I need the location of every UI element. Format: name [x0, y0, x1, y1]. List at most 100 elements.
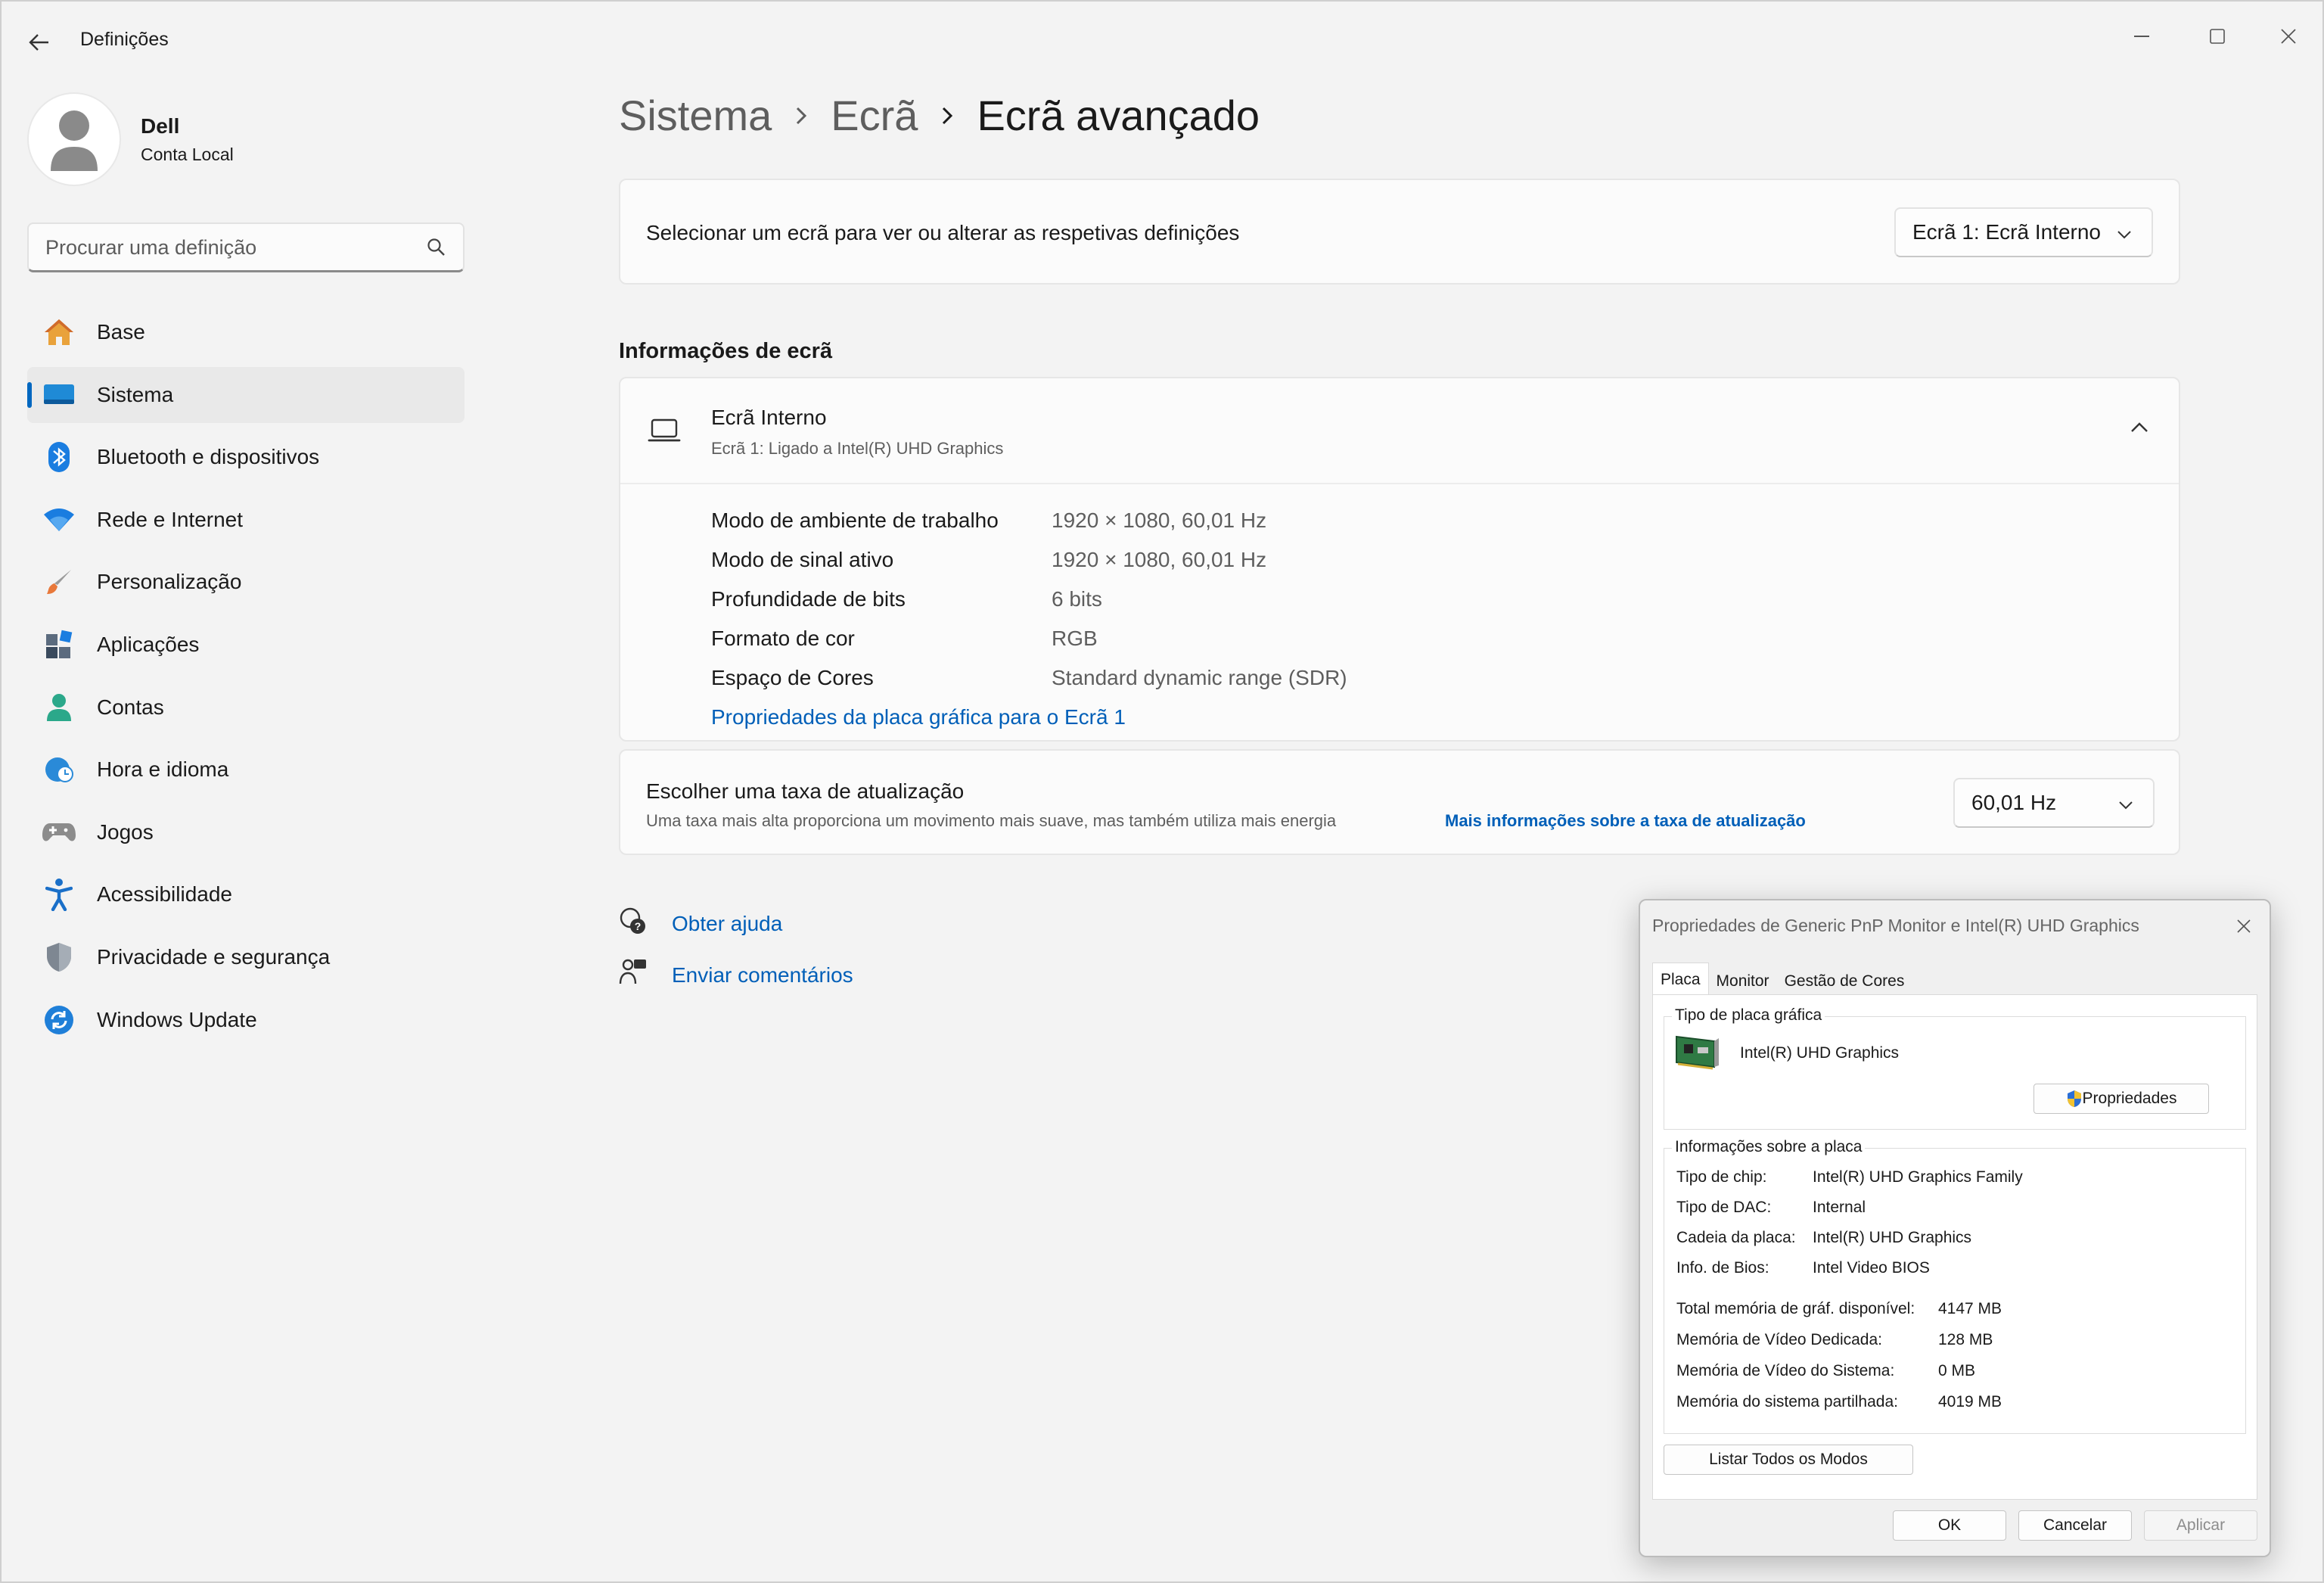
- sidebar-item-label: Jogos: [97, 819, 154, 844]
- sidebar-item-label: Bluetooth e dispositivos: [97, 445, 320, 469]
- display-select-dropdown[interactable]: Ecrã 1: Ecrã Interno: [1894, 207, 2153, 257]
- sidebar-item-label: Hora e idioma: [97, 757, 229, 782]
- maximize-icon: [2210, 29, 2225, 44]
- uac-shield-icon: [2067, 1090, 2081, 1107]
- sidebar-item-base[interactable]: Base: [27, 304, 464, 360]
- sidebar-item-jogos[interactable]: Jogos: [27, 804, 464, 860]
- info-value: 1920 × 1080, 60,01 Hz: [1052, 548, 1267, 571]
- info-key: Cadeia da placa:: [1676, 1229, 1796, 1246]
- adapter-properties-button[interactable]: Propriedades: [2034, 1084, 2209, 1114]
- maximize-button[interactable]: [2183, 12, 2251, 61]
- feedback-icon: [619, 958, 648, 992]
- sidebar-item-label: Base: [97, 320, 145, 344]
- cancel-button[interactable]: Cancelar: [2018, 1510, 2132, 1541]
- profile-name: Dell: [141, 114, 180, 138]
- info-row: Formato de cor RGB: [711, 619, 1347, 658]
- sidebar-item-sistema[interactable]: Sistema: [27, 366, 464, 423]
- info-value: Intel Video BIOS: [1813, 1259, 1930, 1277]
- breadcrumb-item-ecra[interactable]: Ecrã: [831, 91, 918, 140]
- sidebar-item-label: Personalização: [97, 570, 242, 594]
- minimize-icon: [2134, 36, 2149, 37]
- info-value: RGB: [1052, 627, 1098, 650]
- sidebar-item-label: Sistema: [97, 382, 174, 406]
- adapter-info-row: Cadeia da placa: Intel(R) UHD Graphics: [1676, 1229, 1971, 1247]
- refresh-rate-value: 60,01 Hz: [1971, 791, 2057, 814]
- info-key: Modo de sinal ativo: [711, 548, 894, 571]
- user-profile[interactable]: Dell Conta Local: [27, 92, 234, 186]
- profile-account-type: Conta Local: [141, 144, 234, 164]
- sidebar-item-personalizacao[interactable]: Personalização: [27, 554, 464, 610]
- apply-button[interactable]: Aplicar: [2144, 1510, 2257, 1541]
- display-select-value: Ecrã 1: Ecrã Interno: [1912, 220, 2102, 244]
- clock-globe-icon: [42, 753, 76, 786]
- info-key: Espaço de Cores: [711, 666, 874, 689]
- sidebar-item-label: Windows Update: [97, 1007, 257, 1031]
- wifi-icon: [42, 503, 76, 536]
- breadcrumb: Sistema Ecrã Ecrã avançado: [619, 91, 1260, 140]
- memory-value: 4019 MB: [1938, 1393, 2002, 1410]
- info-key: Info. de Bios:: [1676, 1259, 1769, 1277]
- info-key: Profundidade de bits: [711, 587, 906, 611]
- info-row: Modo de sinal ativo 1920 × 1080, 60,01 H…: [711, 540, 1347, 580]
- sidebar-item-acessibilidade[interactable]: Acessibilidade: [27, 866, 464, 922]
- info-value: 1920 × 1080, 60,01 Hz: [1052, 508, 1267, 532]
- send-feedback-link[interactable]: Enviar comentários: [619, 958, 853, 992]
- adapter-info-group: Informações sobre a placa Tipo de chip: …: [1664, 1138, 2246, 1434]
- group-label: Tipo de placa gráfica: [1672, 1006, 1825, 1025]
- minimize-button[interactable]: [2108, 12, 2176, 61]
- sidebar-item-aplicacoes[interactable]: Aplicações: [27, 617, 464, 673]
- display-name: Ecrã Interno: [711, 406, 827, 429]
- search-box[interactable]: [27, 222, 464, 272]
- tab-placa[interactable]: Placa: [1652, 963, 1709, 996]
- page-title: Ecrã avançado: [977, 92, 1260, 139]
- refresh-rate-info-link[interactable]: Mais informações sobre a taxa de atualiz…: [1445, 811, 1806, 831]
- tab-monitor[interactable]: Monitor: [1709, 967, 1777, 996]
- sidebar-item-privacidade[interactable]: Privacidade e segurança: [27, 929, 464, 985]
- bluetooth-icon: [42, 440, 76, 474]
- info-key: Modo de ambiente de trabalho: [711, 508, 999, 532]
- close-icon: [2237, 919, 2251, 933]
- search-input[interactable]: [45, 233, 409, 262]
- back-arrow-icon: [29, 34, 48, 51]
- help-chat-icon: ?: [619, 907, 648, 941]
- close-button[interactable]: [2254, 12, 2322, 61]
- dialog-tabs: Placa Monitor Gestão de Cores: [1652, 963, 1912, 996]
- section-title-display-info: Informações de ecrã: [619, 339, 833, 363]
- info-row: Espaço de Cores Standard dynamic range (…: [711, 658, 1347, 698]
- ok-button[interactable]: OK: [1893, 1510, 2006, 1541]
- sidebar-item-contas[interactable]: Contas: [27, 680, 464, 736]
- get-help-label: Obter ajuda: [672, 911, 783, 935]
- home-icon: [42, 316, 76, 349]
- adapter-info-row: Tipo de DAC: Internal: [1676, 1199, 1866, 1217]
- display-info-card: Ecrã Interno Ecrã 1: Ligado a Intel(R) U…: [619, 377, 2180, 742]
- adapter-name: Intel(R) UHD Graphics: [1740, 1044, 1900, 1062]
- breadcrumb-item-sistema[interactable]: Sistema: [619, 91, 772, 140]
- get-help-link[interactable]: ? Obter ajuda: [619, 907, 782, 941]
- adapter-properties-link[interactable]: Propriedades da placa gráfica para o Ecr…: [711, 705, 1126, 729]
- display-connection: Ecrã 1: Ligado a Intel(R) UHD Graphics: [711, 439, 1004, 458]
- account-icon: [42, 691, 76, 724]
- sidebar-item-windows-update[interactable]: Windows Update: [27, 992, 464, 1048]
- sidebar-item-label: Contas: [97, 695, 164, 719]
- sidebar-nav: Base Sistema Bluetooth e dispositivos Re…: [27, 304, 464, 1054]
- memory-key: Memória de Vídeo do Sistema:: [1676, 1362, 1895, 1379]
- settings-window: Definições Dell Conta Local Ba: [0, 0, 2324, 1583]
- sidebar-item-rede[interactable]: Rede e Internet: [27, 492, 464, 548]
- sidebar-item-hora[interactable]: Hora e idioma: [27, 742, 464, 798]
- chevron-up-icon[interactable]: [2130, 422, 2148, 437]
- sidebar-item-label: Aplicações: [97, 632, 200, 656]
- refresh-rate-dropdown[interactable]: 60,01 Hz: [1953, 778, 2155, 828]
- group-label: Informações sobre a placa: [1672, 1138, 1866, 1156]
- search-icon[interactable]: [427, 238, 446, 261]
- sidebar-item-bluetooth[interactable]: Bluetooth e dispositivos: [27, 429, 464, 485]
- shield-icon: [42, 941, 76, 974]
- list-all-modes-button[interactable]: Listar Todos os Modos: [1664, 1445, 1913, 1475]
- display-info-header[interactable]: Ecrã Interno Ecrã 1: Ligado a Intel(R) U…: [620, 378, 2179, 484]
- avatar: [27, 92, 121, 186]
- back-button[interactable]: [21, 24, 57, 61]
- tab-gestao-cores[interactable]: Gestão de Cores: [1777, 967, 1912, 996]
- dialog-close-button[interactable]: [2229, 911, 2259, 941]
- dialog-panel: Tipo de placa gráfica Intel(R) UHD Graph…: [1652, 994, 2257, 1500]
- send-feedback-label: Enviar comentários: [672, 963, 853, 987]
- app-title: Definições: [80, 29, 169, 50]
